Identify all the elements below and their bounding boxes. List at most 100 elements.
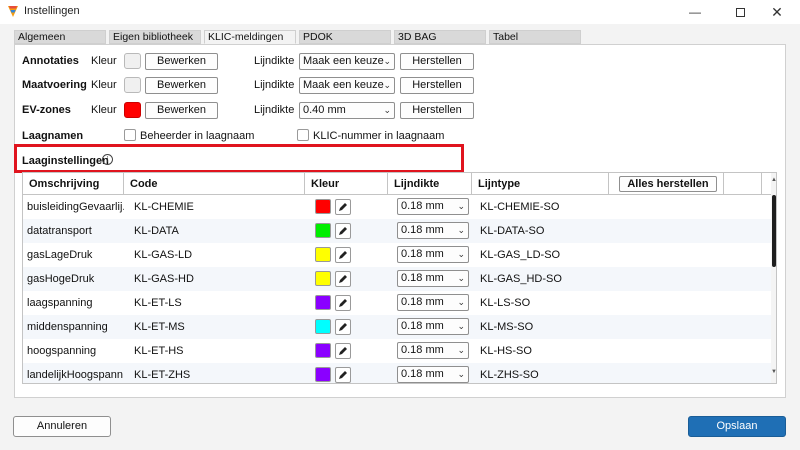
tab-tabel[interactable]: Tabel (489, 30, 581, 44)
lijndikte-select[interactable]: 0.18 mm ⌄ (397, 222, 469, 239)
annotaties-lijndikte-select[interactable]: Maak een keuze ⌄ (299, 53, 395, 70)
lijndikte-value: 0.18 mm (401, 272, 444, 284)
lijndikte-select[interactable]: 0.18 mm ⌄ (397, 318, 469, 335)
pencil-icon (339, 347, 347, 355)
maatvoering-kleur-label: Kleur (91, 79, 117, 91)
edit-color-button[interactable] (335, 271, 351, 287)
column-header-lijndikte[interactable]: Lijndikte (388, 173, 472, 195)
lijndikte-value: 0.18 mm (401, 368, 444, 380)
edit-color-button[interactable] (335, 247, 351, 263)
chevron-down-icon: ⌄ (383, 80, 391, 90)
pencil-icon (339, 299, 347, 307)
table-row[interactable]: hoogspanning KL-ET-HS 0.18 mm ⌄ KL-HS-SO (23, 339, 771, 363)
maximize-button[interactable] (725, 0, 755, 24)
lijndikte-select[interactable]: 0.18 mm ⌄ (397, 270, 469, 287)
maatvoering-color-swatch[interactable] (124, 77, 141, 93)
save-button[interactable]: Opslaan (688, 416, 786, 437)
evzones-edit-button[interactable]: Bewerken (145, 102, 218, 119)
column-header-omschrijving[interactable]: Omschrijving (23, 173, 124, 195)
annotaties-lijndikte-value: Maak een keuze (303, 55, 384, 67)
table-scrollbar[interactable]: ▲ ▼ (771, 173, 776, 383)
layer-color-chip[interactable] (315, 271, 331, 286)
table-row[interactable]: landelijkHoogspann... KL-ET-ZHS 0.18 mm ⌄ KL… (23, 363, 771, 383)
lijndikte-select[interactable]: 0.18 mm ⌄ (397, 294, 469, 311)
empty-header-cell (724, 173, 762, 195)
table-row[interactable]: gasHogeDruk KL-GAS-HD 0.18 mm ⌄ KL-GAS_HD-SO (23, 267, 771, 291)
layer-color-chip[interactable] (315, 295, 331, 310)
annotaties-reset-button[interactable]: Herstellen (400, 53, 474, 70)
layer-settings-table: Omschrijving Code Kleur Lijndikte Lijnty… (22, 172, 777, 384)
lijndikte-value: 0.18 mm (401, 344, 444, 356)
cancel-button[interactable]: Annuleren (13, 416, 111, 437)
tab-algemeen[interactable]: Algemeen (14, 30, 106, 44)
maatvoering-edit-button[interactable]: Bewerken (145, 77, 218, 94)
edit-color-button[interactable] (335, 223, 351, 239)
table-row[interactable]: buisleidingGevaarlij... KL-CHEMIE 0.18 mm ⌄… (23, 195, 771, 219)
layer-color-chip[interactable] (315, 223, 331, 238)
cell-omschrijving: buisleidingGevaarlij... (27, 201, 124, 213)
maatvoering-label: Maatvoering (22, 79, 87, 91)
chevron-down-icon: ⌄ (457, 273, 465, 283)
cell-lijntype: KL-GAS_LD-SO (480, 249, 561, 261)
maatvoering-lijndikte-select[interactable]: Maak een keuze ⌄ (299, 77, 395, 94)
scrollbar-thumb[interactable] (772, 195, 776, 267)
cell-code: KL-CHEMIE (134, 201, 194, 213)
cell-lijntype: KL-CHEMIE-SO (480, 201, 560, 213)
lijndikte-select[interactable]: 0.18 mm ⌄ (397, 246, 469, 263)
cell-lijntype: KL-ZHS-SO (480, 369, 539, 381)
table-row[interactable]: datatransport KL-DATA 0.18 mm ⌄ KL-DATA-SO (23, 219, 771, 243)
cell-code: KL-GAS-LD (134, 249, 193, 261)
klic-nummer-checkbox[interactable] (297, 129, 309, 141)
evzones-color-swatch[interactable] (124, 102, 141, 118)
beheerder-checkbox[interactable] (124, 129, 136, 141)
close-button[interactable]: ✕ (762, 0, 792, 24)
evzones-lijndikte-label: Lijndikte (254, 104, 295, 116)
column-header-kleur[interactable]: Kleur (305, 173, 388, 195)
table-row[interactable]: laagspanning KL-ET-LS 0.18 mm ⌄ KL-LS-SO (23, 291, 771, 315)
scroll-up-icon[interactable]: ▲ (771, 177, 776, 183)
maatvoering-lijndikte-value: Maak een keuze (303, 79, 384, 91)
edit-color-button[interactable] (335, 343, 351, 359)
layer-color-chip[interactable] (315, 247, 331, 262)
minimize-button[interactable]: — (680, 0, 710, 24)
tab-3d-bag[interactable]: 3D BAG (394, 30, 486, 44)
annotaties-edit-button[interactable]: Bewerken (145, 53, 218, 70)
column-header-lijntype[interactable]: Lijntype (472, 173, 609, 195)
lijndikte-value: 0.18 mm (401, 200, 444, 212)
klic-nummer-checkbox-label[interactable]: KLIC-nummer in laagnaam (313, 130, 444, 142)
chevron-down-icon: ⌄ (457, 345, 465, 355)
layer-color-chip[interactable] (315, 343, 331, 358)
lijndikte-select[interactable]: 0.18 mm ⌄ (397, 198, 469, 215)
column-header-code[interactable]: Code (124, 173, 305, 195)
maatvoering-lijndikte-label: Lijndikte (254, 79, 295, 91)
edit-color-button[interactable] (335, 295, 351, 311)
tab-pdok[interactable]: PDOK (299, 30, 391, 44)
edit-color-button[interactable] (335, 199, 351, 215)
lijndikte-select[interactable]: 0.18 mm ⌄ (397, 366, 469, 383)
evzones-lijndikte-select[interactable]: 0.40 mm ⌄ (299, 102, 395, 119)
beheerder-checkbox-label[interactable]: Beheerder in laagnaam (140, 130, 254, 142)
evzones-reset-button[interactable]: Herstellen (400, 102, 474, 119)
info-icon[interactable]: i (102, 154, 113, 165)
cell-code: KL-ET-ZHS (134, 369, 191, 381)
scroll-down-icon[interactable]: ▼ (771, 369, 776, 375)
annotaties-color-swatch[interactable] (124, 53, 141, 69)
lijndikte-select[interactable]: 0.18 mm ⌄ (397, 342, 469, 359)
maatvoering-reset-button[interactable]: Herstellen (400, 77, 474, 94)
cell-code: KL-ET-LS (134, 297, 182, 309)
table-row[interactable]: middenspanning KL-ET-MS 0.18 mm ⌄ KL-MS-SO (23, 315, 771, 339)
cell-lijntype: KL-GAS_HD-SO (480, 273, 562, 285)
chevron-down-icon: ⌄ (457, 369, 465, 379)
edit-color-button[interactable] (335, 367, 351, 383)
layer-color-chip[interactable] (315, 319, 331, 334)
pencil-icon (339, 275, 347, 283)
tab-klic-meldingen[interactable]: KLIC-meldingen (204, 30, 296, 44)
layer-color-chip[interactable] (315, 367, 331, 382)
table-row[interactable]: gasLageDruk KL-GAS-LD 0.18 mm ⌄ KL-GAS_LD-SO (23, 243, 771, 267)
reset-all-button[interactable]: Alles herstellen (619, 176, 717, 192)
layer-color-chip[interactable] (315, 199, 331, 214)
edit-color-button[interactable] (335, 319, 351, 335)
pencil-icon (339, 371, 347, 379)
cell-lijntype: KL-DATA-SO (480, 225, 545, 237)
tab-eigen-bibliotheek[interactable]: Eigen bibliotheek (109, 30, 201, 44)
